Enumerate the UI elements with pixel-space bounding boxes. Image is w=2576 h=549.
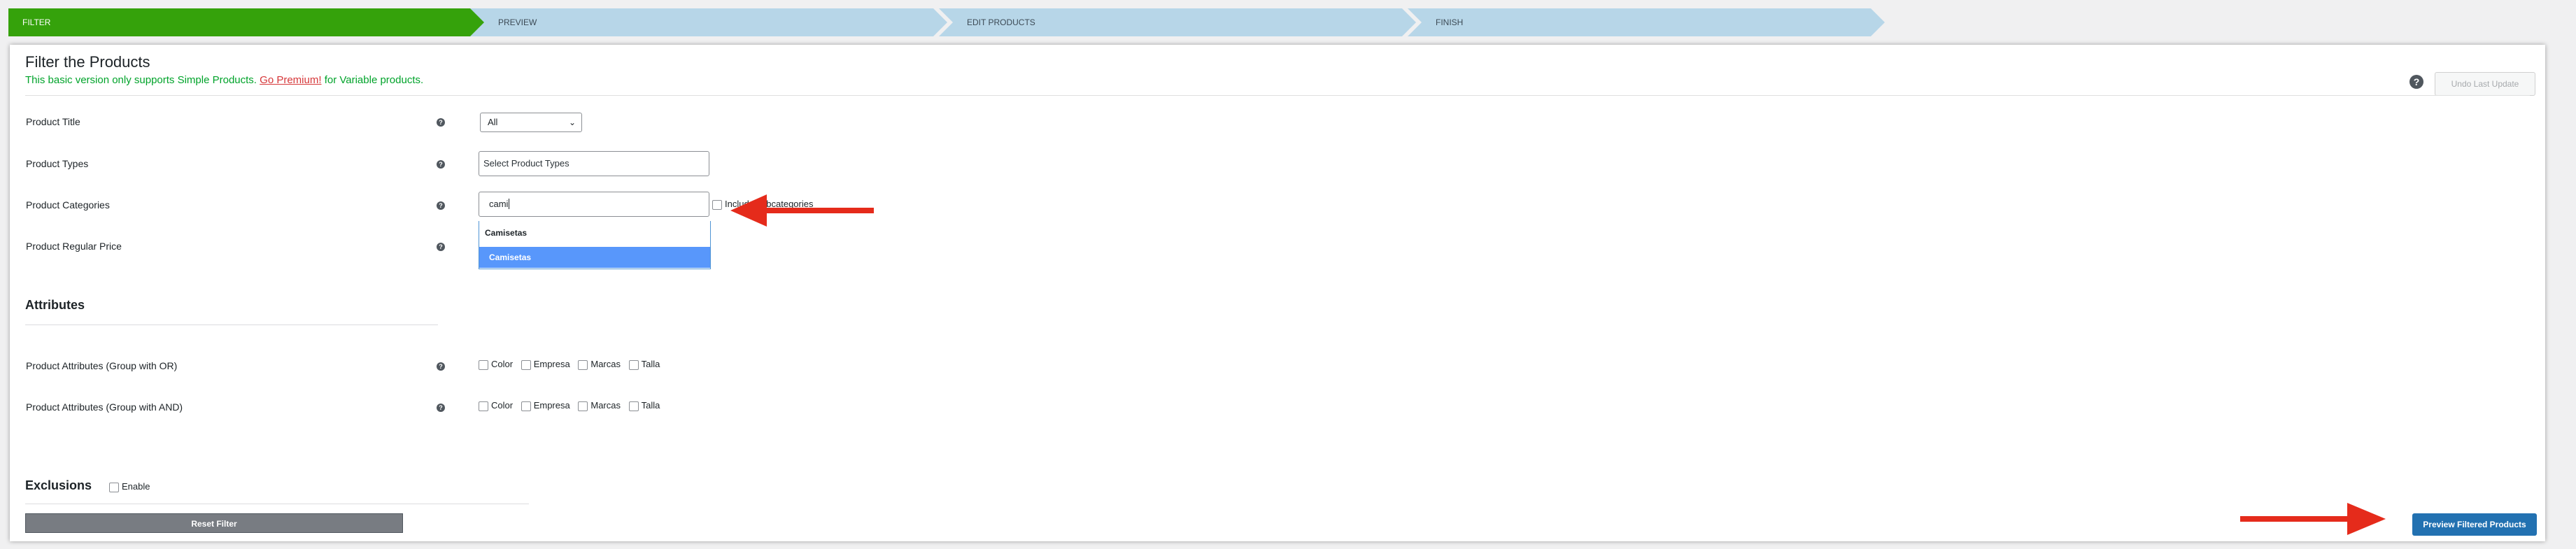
annotation-arrow-icon: [730, 194, 874, 227]
attribute-label: Empresa: [533, 400, 570, 411]
checkbox[interactable]: [521, 401, 531, 411]
attribute-option[interactable]: Color: [479, 400, 513, 411]
annotation-arrow-icon: [2240, 503, 2386, 535]
category-dropdown: Camisetas Camisetas: [479, 221, 711, 269]
checkbox[interactable]: [628, 401, 639, 411]
attribute-option[interactable]: Talla: [628, 400, 660, 411]
attribute-option[interactable]: Empresa: [521, 359, 570, 370]
notice-text-end: for Variable products.: [324, 74, 424, 86]
step-edit-products[interactable]: EDIT PRODUCTS: [939, 8, 1416, 36]
product-categories-search-input[interactable]: cami: [479, 192, 709, 217]
product-title-label: Product Title: [26, 116, 80, 127]
attribute-label: Color: [491, 359, 514, 369]
include-subcategories-checkbox[interactable]: [712, 199, 722, 210]
undo-last-update-button[interactable]: Undo Last Update: [2435, 72, 2535, 96]
question-icon[interactable]: ?: [437, 201, 445, 210]
attribute-label: Marcas: [590, 400, 621, 411]
preview-filtered-products-button[interactable]: Preview Filtered Products: [2412, 513, 2537, 536]
category-option-highlighted[interactable]: Camisetas: [479, 247, 710, 268]
checkbox[interactable]: [578, 359, 588, 370]
attributes-and-label: Product Attributes (Group with AND): [26, 401, 183, 413]
question-icon[interactable]: ?: [437, 118, 445, 127]
attribute-option[interactable]: Marcas: [578, 400, 621, 411]
question-icon[interactable]: ?: [2409, 75, 2423, 89]
attribute-label: Empresa: [533, 359, 570, 369]
attributes-title: Attributes: [25, 298, 85, 312]
attribute-label: Marcas: [590, 359, 621, 369]
question-icon[interactable]: ?: [437, 404, 445, 412]
attribute-label: Color: [491, 400, 514, 411]
version-notice: This basic version only supports Simple …: [25, 74, 423, 86]
attribute-label: Talla: [641, 400, 660, 411]
exclusions-enable-checkbox[interactable]: [109, 482, 119, 492]
step-preview[interactable]: PREVIEW: [470, 8, 947, 36]
attributes-and-options: Color Empresa Marcas Talla: [479, 400, 665, 411]
notice-text: This basic version only supports Simple …: [25, 74, 257, 86]
question-icon[interactable]: ?: [437, 160, 445, 169]
checkbox[interactable]: [521, 359, 531, 370]
divider: [25, 95, 2530, 96]
attribute-label: Talla: [641, 359, 660, 369]
checkbox[interactable]: [578, 401, 588, 411]
attributes-or-options: Color Empresa Marcas Talla: [479, 359, 665, 370]
exclusions-enable[interactable]: Enable: [109, 481, 150, 492]
checkbox[interactable]: [479, 359, 488, 370]
product-regular-price-label: Product Regular Price: [26, 241, 122, 252]
question-icon[interactable]: ?: [437, 362, 445, 371]
exclusions-title: Exclusions: [25, 478, 92, 492]
attribute-option[interactable]: Empresa: [521, 400, 570, 411]
checkbox[interactable]: [628, 359, 639, 370]
chevron-down-icon: ⌄: [568, 117, 576, 127]
category-option[interactable]: Camisetas: [485, 228, 527, 238]
page-title: Filter the Products: [25, 53, 150, 71]
checkbox[interactable]: [479, 401, 488, 411]
step-filter[interactable]: FILTER: [8, 8, 486, 36]
product-types-label: Product Types: [26, 158, 89, 169]
wizard-steps: FILTER PREVIEW EDIT PRODUCTS FINISH: [8, 8, 1876, 36]
exclusions-enable-label: Enable: [122, 481, 150, 492]
step-finish[interactable]: FINISH: [1408, 8, 1885, 36]
attributes-or-label: Product Attributes (Group with OR): [26, 360, 178, 371]
product-types-placeholder: Select Product Types: [483, 158, 569, 169]
reset-filter-button[interactable]: Reset Filter: [25, 513, 403, 533]
attribute-option[interactable]: Marcas: [578, 359, 621, 370]
attribute-option[interactable]: Color: [479, 359, 514, 370]
product-title-select[interactable]: All ⌄: [480, 113, 582, 132]
filter-card: Filter the Products This basic version o…: [10, 45, 2545, 541]
go-premium-link[interactable]: Go Premium!: [260, 74, 321, 86]
product-title-value: All: [488, 117, 498, 127]
attribute-option[interactable]: Talla: [628, 359, 660, 370]
product-types-input[interactable]: Select Product Types: [479, 151, 709, 176]
product-categories-search-value: cami: [489, 199, 509, 209]
question-icon[interactable]: ?: [437, 243, 445, 251]
product-categories-label: Product Categories: [26, 199, 110, 211]
